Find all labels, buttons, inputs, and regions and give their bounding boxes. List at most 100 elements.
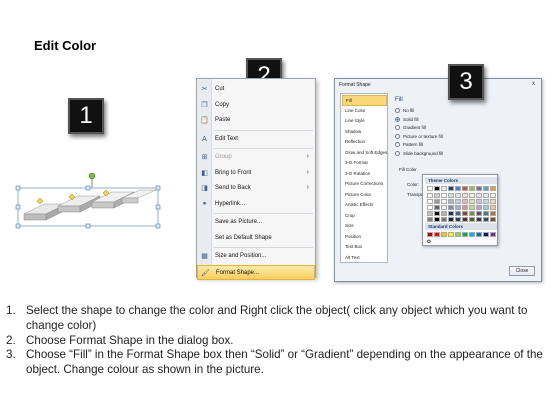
color-swatch[interactable] [441, 193, 447, 198]
color-swatch[interactable] [448, 211, 454, 216]
category-shadow[interactable]: Shadow [342, 127, 387, 138]
radio-button[interactable] [395, 142, 400, 148]
radio-button[interactable] [395, 125, 400, 131]
category-alt-text[interactable]: Alt Text [342, 253, 387, 264]
menu-item-edit-text[interactable]: A Edit Text [197, 132, 315, 147]
color-swatch[interactable] [434, 217, 440, 222]
category-3-d-rotation[interactable]: 3-D Rotation [342, 169, 387, 180]
standard-color-swatch[interactable] [455, 232, 461, 237]
color-swatch[interactable] [476, 186, 482, 191]
color-swatch[interactable] [490, 217, 496, 222]
color-swatch[interactable] [448, 199, 454, 204]
color-swatch[interactable] [455, 211, 461, 216]
menu-item-copy[interactable]: ❐ Copy [197, 98, 315, 113]
menu-item-hyperlink[interactable]: ⚭ Hyperlink... [197, 197, 315, 212]
color-swatch[interactable] [483, 205, 489, 210]
color-swatch[interactable] [469, 217, 475, 222]
color-swatch[interactable] [483, 211, 489, 216]
close-button[interactable]: Close [509, 266, 535, 276]
color-swatch[interactable] [427, 205, 433, 210]
menu-item-cut[interactable]: ✂ Cut [197, 82, 315, 97]
color-swatch[interactable] [490, 211, 496, 216]
category-position[interactable]: Position [342, 232, 387, 243]
menu-item-size-and-position[interactable]: ▦ Size and Position... [197, 249, 315, 264]
color-swatch[interactable] [448, 186, 454, 191]
color-swatch[interactable] [427, 211, 433, 216]
color-swatch[interactable] [469, 199, 475, 204]
category-glow-and-soft-edges[interactable]: Glow and Soft Edges [342, 148, 387, 159]
fill-option-slide-background-fill[interactable]: Slide background fill [395, 150, 443, 158]
category-text-box[interactable]: Text Box [342, 242, 387, 253]
color-swatch[interactable] [469, 193, 475, 198]
color-swatch[interactable] [476, 211, 482, 216]
radio-button[interactable] [395, 116, 400, 122]
category-artistic-effects[interactable]: Artistic Effects [342, 200, 387, 211]
color-swatch[interactable] [483, 217, 489, 222]
selected-shape[interactable] [14, 170, 164, 234]
category-size[interactable]: Size [342, 221, 387, 232]
more-colors-icon[interactable]: ✪ [427, 239, 431, 245]
category-3-d-format[interactable]: 3-D Format [342, 158, 387, 169]
fill-option-picture-or-texture-fill[interactable]: Picture or texture fill [395, 133, 443, 141]
color-swatch[interactable] [455, 199, 461, 204]
color-swatch[interactable] [427, 217, 433, 222]
standard-color-swatch[interactable] [469, 232, 475, 237]
standard-color-swatch[interactable] [434, 232, 440, 237]
color-swatch[interactable] [441, 186, 447, 191]
standard-color-swatch[interactable] [490, 232, 496, 237]
standard-color-swatch[interactable] [427, 232, 433, 237]
color-swatch[interactable] [476, 205, 482, 210]
category-reflection[interactable]: Reflection [342, 137, 387, 148]
color-swatch[interactable] [448, 205, 454, 210]
color-swatch[interactable] [483, 186, 489, 191]
color-swatch[interactable] [490, 205, 496, 210]
category-fill[interactable]: Fill [342, 95, 387, 106]
dialog-close-icon[interactable]: x [529, 81, 538, 88]
color-swatch[interactable] [469, 211, 475, 216]
menu-item-set-as-default-shape[interactable]: Set as Default Shape [197, 231, 315, 246]
color-swatch[interactable] [441, 217, 447, 222]
color-swatch[interactable] [455, 217, 461, 222]
color-swatch[interactable] [434, 193, 440, 198]
color-swatch[interactable] [441, 205, 447, 210]
radio-button[interactable] [395, 133, 400, 139]
color-swatch[interactable] [490, 199, 496, 204]
color-swatch[interactable] [462, 199, 468, 204]
color-swatch[interactable] [434, 211, 440, 216]
color-swatch[interactable] [462, 217, 468, 222]
standard-color-swatch[interactable] [476, 232, 482, 237]
color-swatch[interactable] [455, 193, 461, 198]
menu-item-bring-to-front[interactable]: ◧ Bring to Front › [197, 166, 315, 181]
color-swatch[interactable] [455, 205, 461, 210]
color-swatch[interactable] [448, 193, 454, 198]
color-swatch[interactable] [469, 186, 475, 191]
color-swatch[interactable] [462, 205, 468, 210]
fill-option-pattern-fill[interactable]: Pattern fill [395, 141, 423, 149]
color-swatch[interactable] [490, 193, 496, 198]
color-swatch[interactable] [441, 211, 447, 216]
category-crop[interactable]: Crop [342, 211, 387, 222]
color-swatch[interactable] [483, 199, 489, 204]
color-swatch[interactable] [455, 186, 461, 191]
color-swatch[interactable] [434, 205, 440, 210]
category-picture-corrections[interactable]: Picture Corrections [342, 179, 387, 190]
color-swatch[interactable] [427, 186, 433, 191]
category-line-color[interactable]: Line Color [342, 106, 387, 117]
color-swatch[interactable] [490, 186, 496, 191]
menu-item-save-as-picture[interactable]: Save as Picture... [197, 215, 315, 230]
menu-item-group[interactable]: ⊞ Group › [197, 150, 315, 165]
color-swatch[interactable] [434, 199, 440, 204]
color-swatch[interactable] [462, 186, 468, 191]
standard-color-swatch[interactable] [483, 232, 489, 237]
menu-item-send-to-back[interactable]: ◨ Send to Back › [197, 181, 315, 196]
radio-button[interactable] [395, 150, 400, 156]
color-swatch[interactable] [434, 186, 440, 191]
fill-option-gradient-fill[interactable]: Gradient fill [395, 124, 426, 132]
fill-option-solid-fill[interactable]: Solid fill [395, 116, 419, 124]
standard-color-swatch[interactable] [441, 232, 447, 237]
menu-item-paste[interactable]: 📋 Paste [197, 113, 315, 128]
standard-color-swatch[interactable] [448, 232, 454, 237]
color-swatch[interactable] [427, 193, 433, 198]
radio-button[interactable] [395, 108, 400, 114]
category-line-style[interactable]: Line Style [342, 116, 387, 127]
